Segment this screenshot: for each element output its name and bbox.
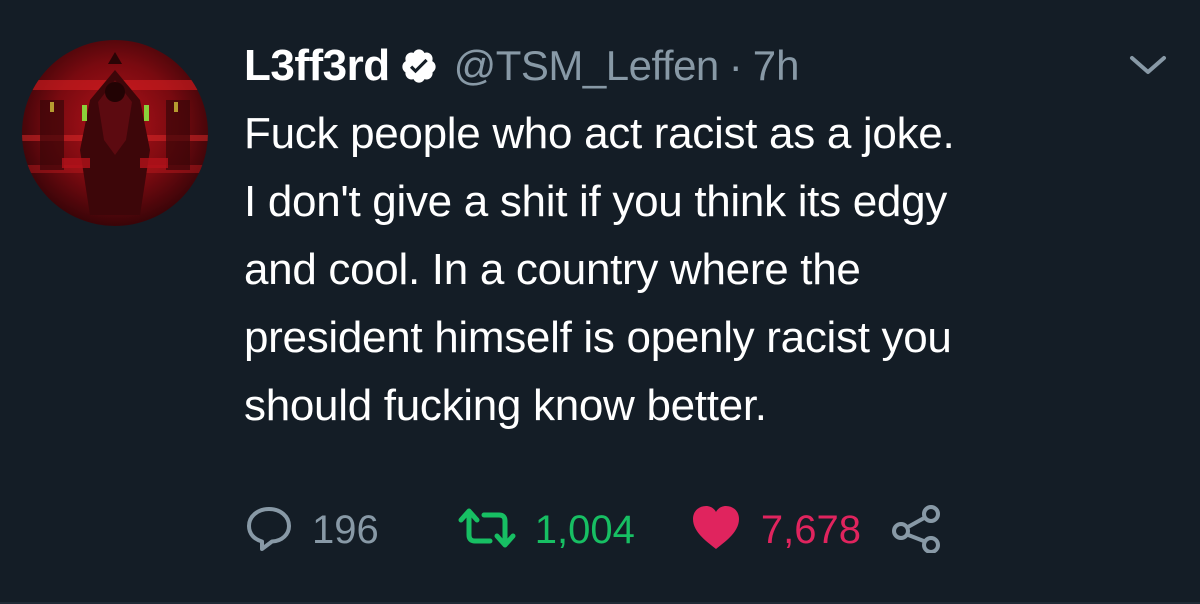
header-separator: · <box>728 42 743 89</box>
reply-count: 196 <box>312 507 379 552</box>
timestamp[interactable]: 7h <box>753 42 800 90</box>
display-name[interactable]: L3ff3rd <box>244 41 390 91</box>
like-button[interactable]: 7,678 <box>689 503 861 558</box>
reply-button[interactable]: 196 <box>244 503 379 558</box>
tweet-header: L3ff3rd @TSM_Leffen · 7h <box>244 36 800 96</box>
chevron-down-icon[interactable] <box>1126 50 1170 80</box>
retweet-button[interactable]: 1,004 <box>457 503 635 558</box>
user-handle[interactable]: @TSM_Leffen <box>454 42 720 90</box>
reply-icon <box>244 503 294 558</box>
avatar[interactable] <box>22 40 208 226</box>
heart-icon <box>689 503 743 558</box>
retweet-count: 1,004 <box>534 507 635 552</box>
tweet-text-line: should fucking know better. <box>244 381 767 430</box>
tweet-text-line: Fuck people who act racist as a joke. <box>244 109 955 158</box>
tweet-card: L3ff3rd @TSM_Leffen · 7h Fuck people who… <box>0 0 1200 604</box>
share-icon <box>889 503 945 558</box>
tweet-text: Fuck people who act racist as a joke. I … <box>244 100 1164 440</box>
share-button[interactable] <box>889 503 945 558</box>
avatar-image <box>22 40 208 226</box>
tweet-actions: 196 1,004 7,678 <box>244 500 945 560</box>
tweet-text-line: I don't give a shit if you think its edg… <box>244 177 947 226</box>
verified-badge-icon <box>400 47 438 85</box>
like-count: 7,678 <box>760 507 861 552</box>
retweet-icon <box>457 503 517 558</box>
tweet-text-line: and cool. In a country where the <box>244 245 861 294</box>
tweet-text-line: president himself is openly racist you <box>244 313 952 362</box>
